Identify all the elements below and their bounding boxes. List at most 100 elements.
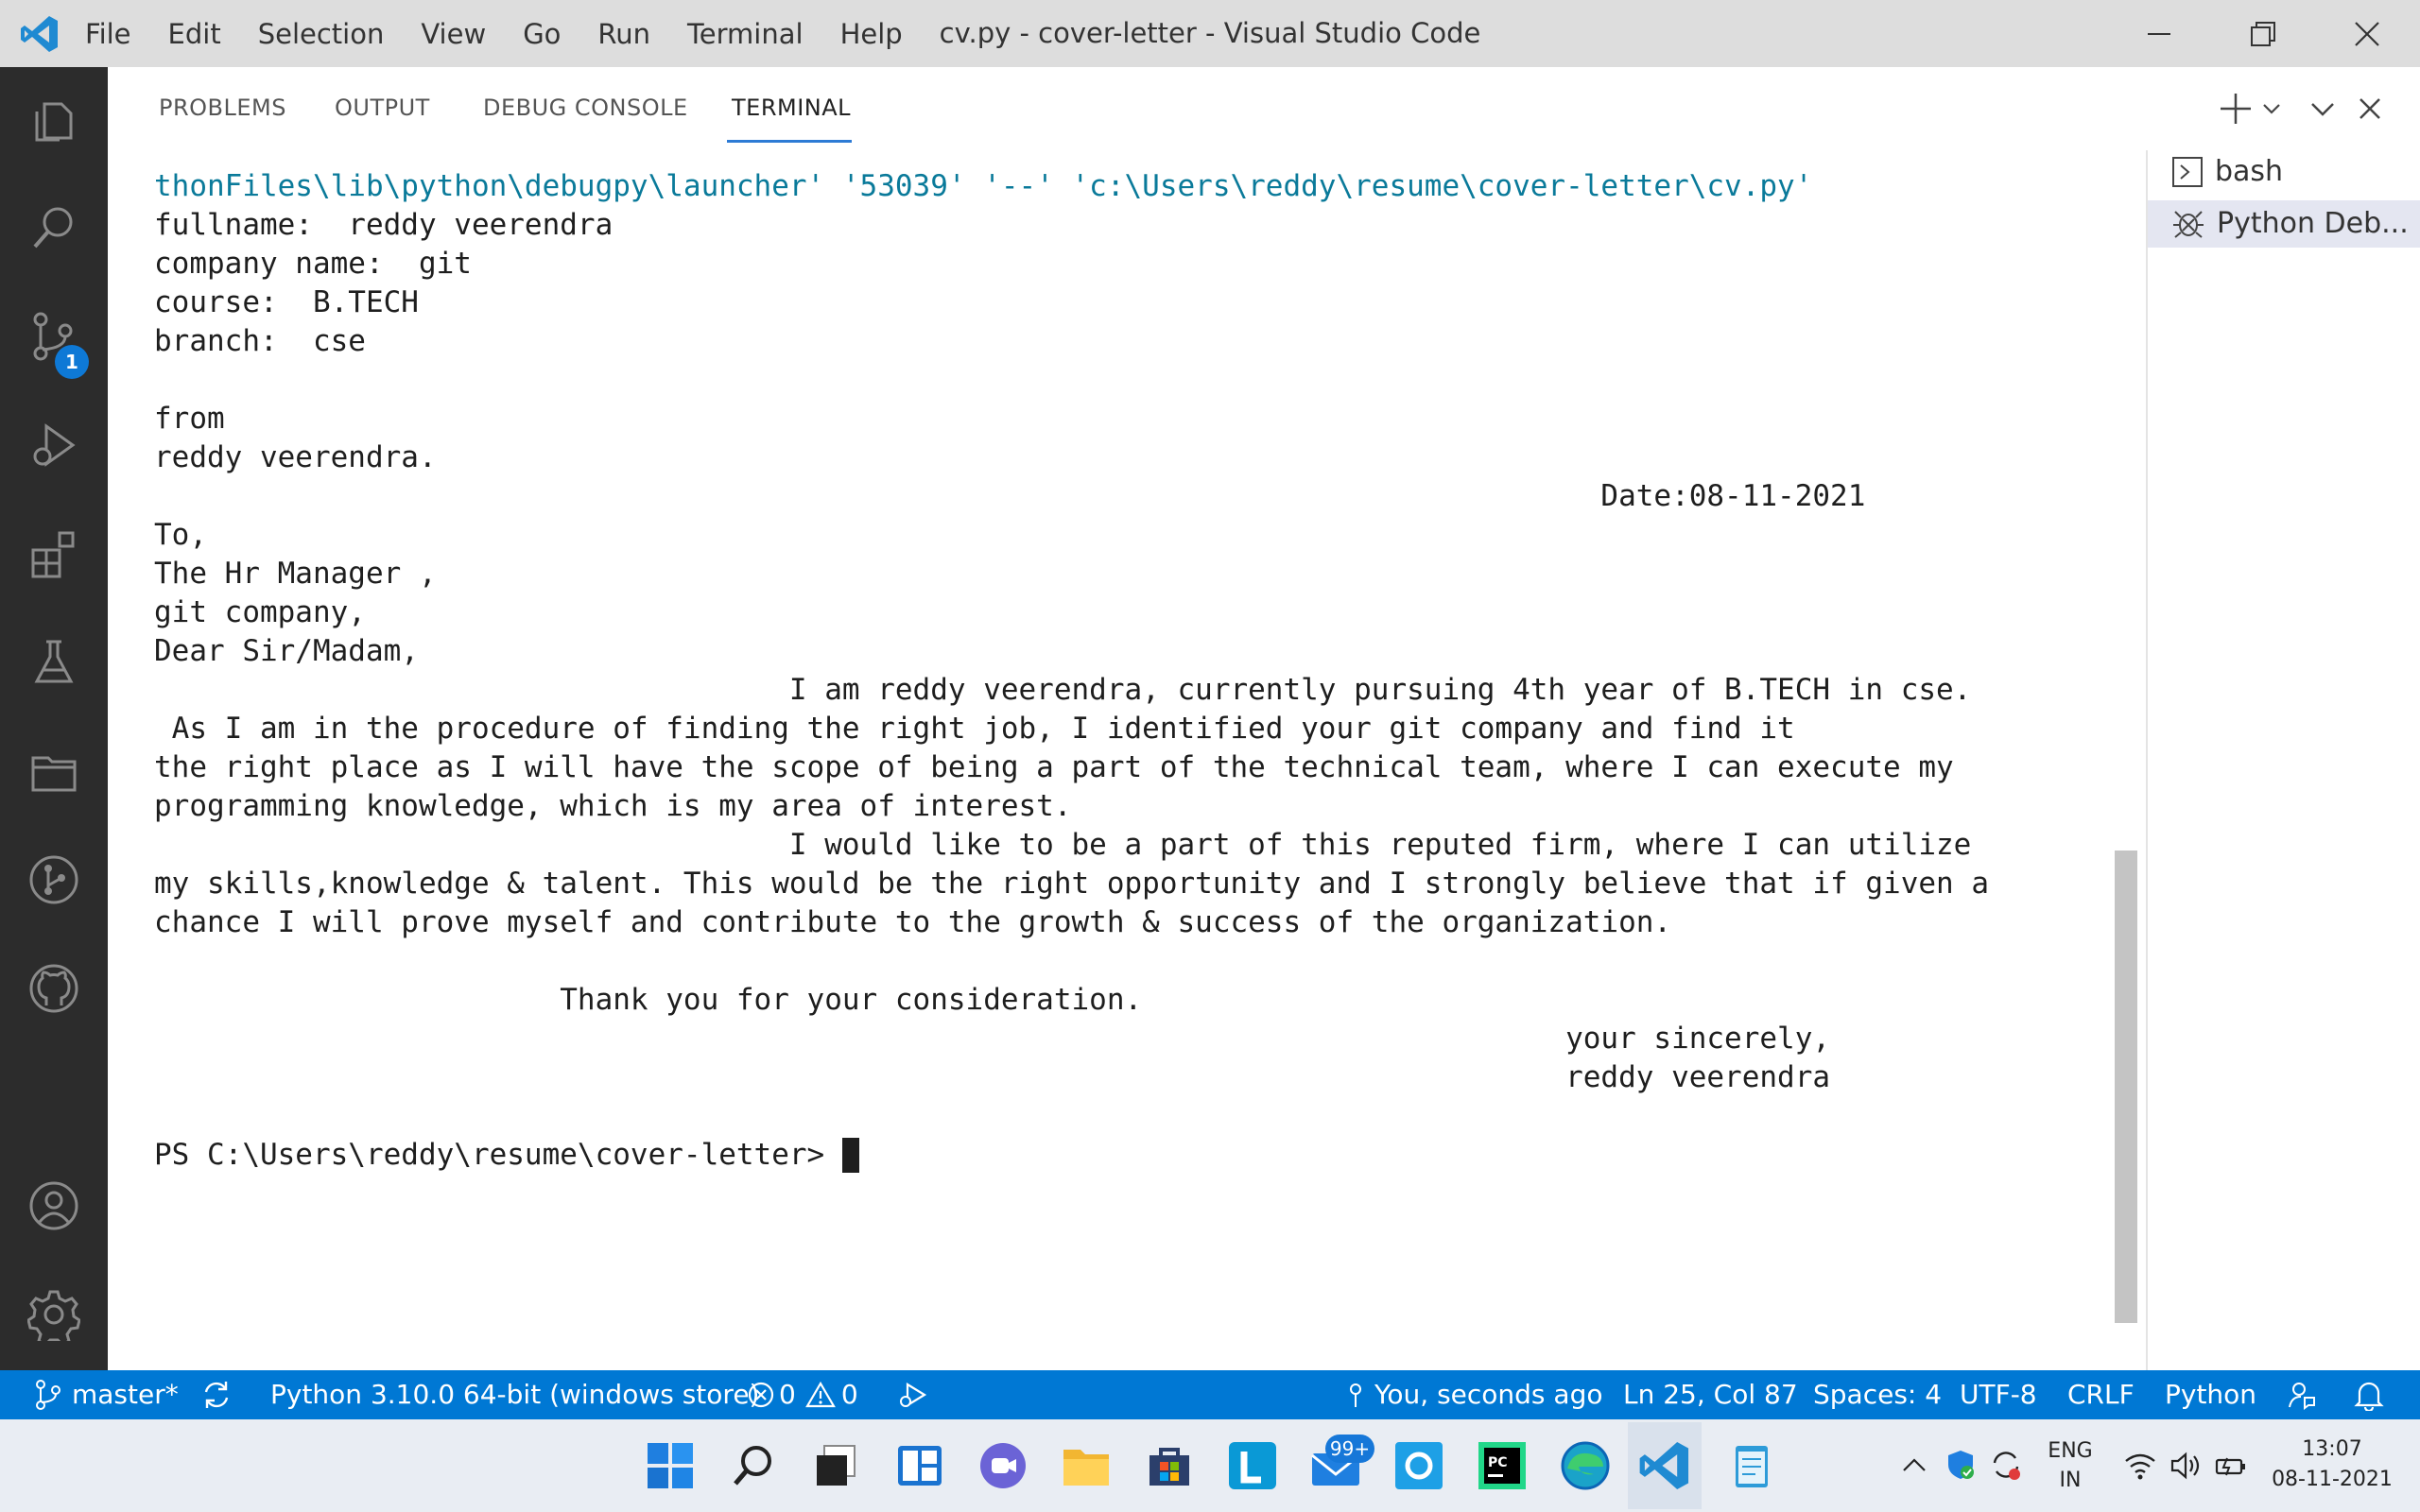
terminal-cursor [841, 1138, 859, 1173]
tab-problems[interactable]: PROBLEMS [159, 94, 286, 121]
terminal-instance-label: bash [2215, 155, 2284, 188]
clock-date: 08-11-2021 [2272, 1468, 2393, 1491]
tab-debug-console[interactable]: DEBUG CONSOLE [483, 94, 688, 121]
task-view-icon[interactable] [809, 1438, 864, 1493]
terminal-prompt: PS C:\Users\reddy\resume\cover-letter> [154, 1138, 842, 1172]
notifications-button[interactable] [2354, 1370, 2384, 1419]
extensions-icon[interactable] [21, 521, 87, 587]
clock-time: 13:07 [2302, 1437, 2362, 1461]
menu-edit[interactable]: Edit [168, 18, 221, 50]
status-warning-count: 0 [840, 1379, 858, 1410]
windows-start-icon[interactable] [643, 1438, 698, 1493]
search-icon[interactable] [21, 195, 87, 261]
status-python-interpreter[interactable]: Python 3.10.0 64-bit (windows store) [270, 1370, 759, 1419]
chevron-down-icon [2263, 104, 2280, 114]
terminal-line: The Hr Manager , [154, 557, 437, 591]
status-language[interactable]: Python [2165, 1370, 2256, 1419]
svg-text:PC: PC [1488, 1455, 1508, 1470]
chevron-up-icon [1903, 1458, 1926, 1471]
menu-terminal[interactable]: Terminal [687, 18, 804, 50]
account-icon[interactable] [21, 1173, 87, 1239]
run-debug-icon [900, 1383, 927, 1407]
pycharm-icon[interactable]: PC [1475, 1438, 1530, 1493]
app-l-icon[interactable] [1225, 1438, 1280, 1493]
status-branch-label: master* [72, 1379, 179, 1410]
terminal-line: reddy veerendra. [154, 440, 437, 474]
status-indentation[interactable]: Spaces: 4 [1813, 1370, 1942, 1419]
terminal-line: my skills,knowledge & talent. This would… [154, 867, 1990, 901]
menu-view[interactable]: View [421, 18, 486, 50]
widgets-icon[interactable] [892, 1438, 947, 1493]
terminal-line: from [154, 402, 225, 436]
input-language[interactable]: ENG IN [2032, 1436, 2108, 1495]
status-line-ending[interactable]: CRLF [2067, 1370, 2135, 1419]
tab-output[interactable]: OUTPUT [335, 94, 430, 121]
terminal-line: the right place as I will have the scope… [154, 750, 1954, 784]
vscode-taskbar-icon[interactable] [1637, 1438, 1692, 1493]
terminal-list-divider [2146, 150, 2148, 1370]
status-encoding[interactable]: UTF-8 [1960, 1370, 2037, 1419]
status-branch[interactable]: master* [34, 1370, 179, 1419]
cortana-icon[interactable] [1392, 1438, 1446, 1493]
terminal-line: git company, [154, 595, 366, 629]
warning-icon [804, 1381, 836, 1408]
notepad-icon[interactable] [1724, 1438, 1779, 1493]
battery-icon[interactable] [2214, 1450, 2248, 1482]
sync-status-icon[interactable] [1989, 1448, 2023, 1482]
menu-bar: File Edit Selection View Go Run Terminal… [85, 0, 940, 67]
sync-button[interactable] [200, 1370, 233, 1419]
new-terminal-button[interactable] [2217, 90, 2255, 128]
restore-button[interactable] [2212, 0, 2314, 67]
menu-selection[interactable]: Selection [258, 18, 385, 50]
mail-badge: 99+ [1325, 1435, 1374, 1463]
terminal-line: chance I will prove myself and contribut… [154, 905, 1672, 939]
status-cursor-position[interactable]: Ln 25, Col 87 [1623, 1370, 1798, 1419]
edge-browser-icon[interactable] [1558, 1438, 1613, 1493]
search-icon[interactable] [726, 1438, 781, 1493]
maximize-panel-button[interactable] [2307, 93, 2339, 125]
settings-gear-icon[interactable] [21, 1281, 87, 1348]
status-git-blame[interactable]: You, seconds ago [1346, 1370, 1602, 1419]
terminal-scrollbar[interactable] [2115, 850, 2137, 1323]
testing-icon[interactable] [21, 629, 87, 696]
terminal-line: Thank you for your consideration. [154, 983, 1143, 1017]
terminal-line: company name: git [154, 247, 472, 281]
feedback-icon [2289, 1383, 2315, 1410]
terminal-instance-bash[interactable]: bash [2171, 155, 2283, 188]
git-graph-icon[interactable] [21, 847, 87, 913]
close-icon [2360, 98, 2380, 119]
terminal-line: programming knowledge, which is my area … [154, 789, 1072, 823]
menu-file[interactable]: File [85, 18, 131, 50]
close-panel-button[interactable] [2354, 93, 2386, 125]
tab-terminal[interactable]: TERMINAL [732, 94, 851, 121]
menu-run[interactable]: Run [597, 18, 650, 50]
terminal-line: course: B.TECH [154, 285, 419, 319]
wifi-icon[interactable] [2123, 1450, 2157, 1482]
panel-tab-bar [108, 67, 2420, 150]
terminal-profile-dropdown[interactable] [2259, 96, 2284, 121]
minimize-button[interactable] [2108, 0, 2210, 67]
close-button[interactable] [2316, 0, 2418, 67]
show-hidden-icons-button[interactable] [1900, 1452, 1928, 1480]
github-icon[interactable] [21, 955, 87, 1022]
menu-go[interactable]: Go [523, 18, 561, 50]
status-blame-label: You, seconds ago [1374, 1379, 1603, 1410]
system-clock[interactable]: 13:07 08-11-2021 [2261, 1435, 2403, 1495]
file-explorer-icon[interactable] [1059, 1438, 1114, 1493]
region-code: IN [2059, 1469, 2082, 1492]
volume-icon[interactable] [2169, 1450, 2203, 1482]
remote-explorer-icon[interactable] [21, 738, 87, 804]
terminal-instance-python-debug[interactable]: Python Deb... [2171, 206, 2409, 240]
run-debug-icon[interactable] [21, 412, 87, 478]
git-branch-icon [36, 1380, 60, 1410]
terminal-line: fullname: reddy veerendra [154, 208, 614, 242]
teams-chat-icon[interactable] [976, 1438, 1030, 1493]
terminal-line: I would like to be a part of this repute… [154, 828, 1972, 862]
status-problems[interactable]: 0 0 [747, 1370, 858, 1419]
run-debug-status-button[interactable] [896, 1370, 928, 1419]
menu-help[interactable]: Help [840, 18, 903, 50]
security-shield-icon[interactable] [1944, 1448, 1978, 1482]
explorer-icon[interactable] [21, 88, 87, 154]
feedback-button[interactable] [2286, 1370, 2318, 1419]
microsoft-store-icon[interactable] [1142, 1438, 1197, 1493]
